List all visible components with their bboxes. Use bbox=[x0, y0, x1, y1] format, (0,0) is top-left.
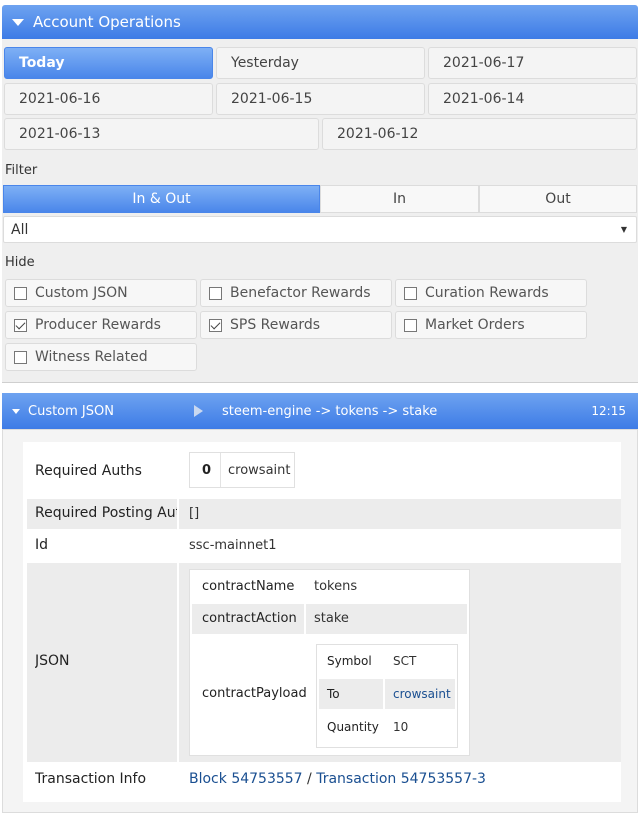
payload-value: 10 bbox=[393, 720, 409, 734]
transaction-link[interactable]: Transaction 54753557-3 bbox=[316, 771, 486, 787]
divider bbox=[383, 679, 385, 709]
payload-value: SCT bbox=[393, 654, 417, 668]
json-key: JSON bbox=[35, 653, 70, 669]
table-row: contractPayload Symbol SCT To crowsaint bbox=[190, 636, 469, 755]
operations-panel: Today Yesterday 2021-06-17 2021-06-16 20… bbox=[2, 39, 638, 383]
payload-table: Symbol SCT To crowsaint Quantity 10 bbox=[316, 644, 458, 748]
date-button[interactable]: 2021-06-17 bbox=[428, 47, 637, 79]
table-row: Symbol SCT bbox=[317, 645, 457, 677]
hide-label: Hide bbox=[5, 255, 35, 270]
separator: / bbox=[307, 771, 312, 787]
date-button[interactable]: 2021-06-14 bbox=[428, 83, 637, 115]
hide-market-orders-checkbox[interactable]: Market Orders bbox=[395, 311, 587, 339]
account-link[interactable]: crowsaint bbox=[393, 687, 451, 701]
hide-witness-related-checkbox[interactable]: Witness Related bbox=[5, 343, 197, 371]
date-button[interactable]: 2021-06-13 bbox=[4, 118, 319, 150]
required-posting-auths-key: Required Posting Auths bbox=[35, 505, 177, 521]
tab-in[interactable]: In bbox=[320, 185, 479, 213]
auth-account: crowsaint bbox=[228, 463, 291, 478]
table-row: Required Auths 0 crowsaint bbox=[27, 442, 621, 497]
operation-details: Required Auths 0 crowsaint Required Post… bbox=[2, 429, 638, 813]
checkbox-label: Market Orders bbox=[425, 317, 525, 333]
operation-time: 12:15 bbox=[591, 404, 626, 418]
tab-in-and-out[interactable]: In & Out bbox=[3, 185, 320, 213]
checkbox-icon bbox=[14, 286, 27, 300]
checkbox-icon bbox=[404, 286, 417, 300]
checkbox-icon bbox=[14, 350, 27, 364]
checkbox-checked-icon bbox=[209, 318, 222, 332]
divider bbox=[304, 604, 306, 634]
play-triangle-icon bbox=[194, 405, 203, 417]
checkbox-icon bbox=[209, 286, 222, 300]
table-row: Quantity 10 bbox=[317, 711, 457, 743]
auth-index: 0 bbox=[202, 463, 212, 478]
table-row: contractName tokens bbox=[190, 570, 469, 604]
hide-benefactor-rewards-checkbox[interactable]: Benefactor Rewards bbox=[200, 279, 392, 307]
checkbox-label: Producer Rewards bbox=[35, 317, 161, 333]
date-button[interactable]: 2021-06-12 bbox=[322, 118, 637, 150]
operation-path: steem-engine -> tokens -> stake bbox=[222, 403, 438, 419]
json-key: contractName bbox=[202, 579, 295, 594]
filter-select[interactable]: All ▼ bbox=[3, 216, 637, 243]
id-key: Id bbox=[35, 537, 49, 553]
operation-header[interactable]: Custom JSON steem-engine -> tokens -> st… bbox=[2, 393, 638, 429]
divider bbox=[220, 453, 221, 487]
date-button[interactable]: 2021-06-16 bbox=[4, 83, 213, 115]
table-row: Id ssc-mainnet1 bbox=[27, 531, 621, 561]
id-value: ssc-mainnet1 bbox=[189, 538, 277, 553]
checkbox-label: Benefactor Rewards bbox=[230, 285, 371, 301]
checkbox-checked-icon bbox=[14, 318, 27, 332]
account-operations-header[interactable]: Account Operations bbox=[2, 5, 638, 39]
checkbox-label: Curation Rewards bbox=[425, 285, 549, 301]
divider bbox=[177, 499, 179, 529]
collapse-triangle-icon bbox=[12, 408, 20, 414]
filter-select-value: All bbox=[11, 221, 29, 238]
section-title: Account Operations bbox=[33, 13, 181, 31]
payload-key: Symbol bbox=[327, 654, 372, 668]
table-row: Transaction Info Block 54753557 / Transa… bbox=[27, 764, 621, 794]
block-link[interactable]: Block 54753557 bbox=[189, 771, 303, 787]
filter-label: Filter bbox=[5, 163, 38, 178]
divider bbox=[177, 563, 179, 762]
details-table: Required Auths 0 crowsaint Required Post… bbox=[23, 442, 621, 802]
table-row: JSON contractName tokens contractAction … bbox=[27, 563, 621, 762]
checkbox-label: Witness Related bbox=[35, 349, 148, 365]
json-key: contractAction bbox=[202, 611, 297, 626]
hide-custom-json-checkbox[interactable]: Custom JSON bbox=[5, 279, 197, 307]
checkbox-label: Custom JSON bbox=[35, 285, 128, 301]
operation-type: Custom JSON bbox=[28, 403, 114, 419]
required-auths-key: Required Auths bbox=[35, 463, 142, 479]
date-button-today[interactable]: Today bbox=[4, 47, 213, 79]
dropdown-arrow-icon: ▼ bbox=[620, 225, 627, 234]
date-button-yesterday[interactable]: Yesterday bbox=[216, 47, 425, 79]
date-button[interactable]: 2021-06-15 bbox=[216, 83, 425, 115]
json-key: contractPayload bbox=[202, 686, 307, 701]
checkbox-label: SPS Rewards bbox=[230, 317, 321, 333]
transaction-info-key: Transaction Info bbox=[35, 771, 147, 787]
hide-curation-rewards-checkbox[interactable]: Curation Rewards bbox=[395, 279, 587, 307]
required-auths-table: 0 crowsaint bbox=[189, 452, 295, 488]
required-posting-auths-value: [] bbox=[189, 506, 200, 521]
collapse-triangle-icon bbox=[12, 18, 24, 26]
hide-producer-rewards-checkbox[interactable]: Producer Rewards bbox=[5, 311, 197, 339]
json-value: tokens bbox=[314, 579, 358, 594]
payload-key: To bbox=[327, 687, 340, 701]
hide-sps-rewards-checkbox[interactable]: SPS Rewards bbox=[200, 311, 392, 339]
table-row: contractAction stake bbox=[192, 604, 467, 634]
payload-key: Quantity bbox=[327, 720, 379, 734]
transaction-info-value: Block 54753557 / Transaction 54753557-3 bbox=[189, 771, 486, 787]
table-row: Required Posting Auths [] bbox=[27, 499, 621, 529]
json-table: contractName tokens contractAction stake… bbox=[189, 569, 470, 756]
table-row: To crowsaint bbox=[319, 679, 455, 709]
json-value: stake bbox=[314, 611, 349, 626]
tab-out[interactable]: Out bbox=[479, 185, 637, 213]
checkbox-icon bbox=[404, 318, 417, 332]
